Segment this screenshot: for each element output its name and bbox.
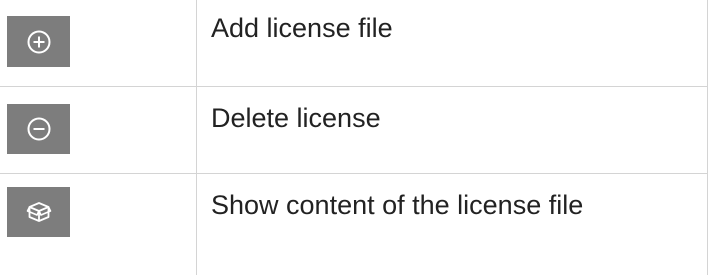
table-row-show-license-content: Show content of the license file [0, 173, 708, 276]
add-license-icon-cell[interactable] [7, 16, 70, 67]
open-box-icon [26, 202, 51, 222]
delete-license-label: Delete license [211, 103, 381, 133]
column-divider [196, 0, 197, 275]
add-license-label: Add license file [211, 13, 393, 43]
show-content-label: Show content of the license file [211, 190, 584, 220]
remove-circle-icon [27, 117, 50, 141]
show-content-icon-cell[interactable] [7, 187, 70, 237]
add-circle-icon [27, 30, 50, 53]
table-row-delete-license: Delete license [0, 86, 708, 174]
license-actions-table: Add license file Delete license Show con… [0, 0, 708, 275]
delete-license-icon-cell[interactable] [7, 104, 70, 154]
table-row-add-license: Add license file [0, 0, 708, 86]
